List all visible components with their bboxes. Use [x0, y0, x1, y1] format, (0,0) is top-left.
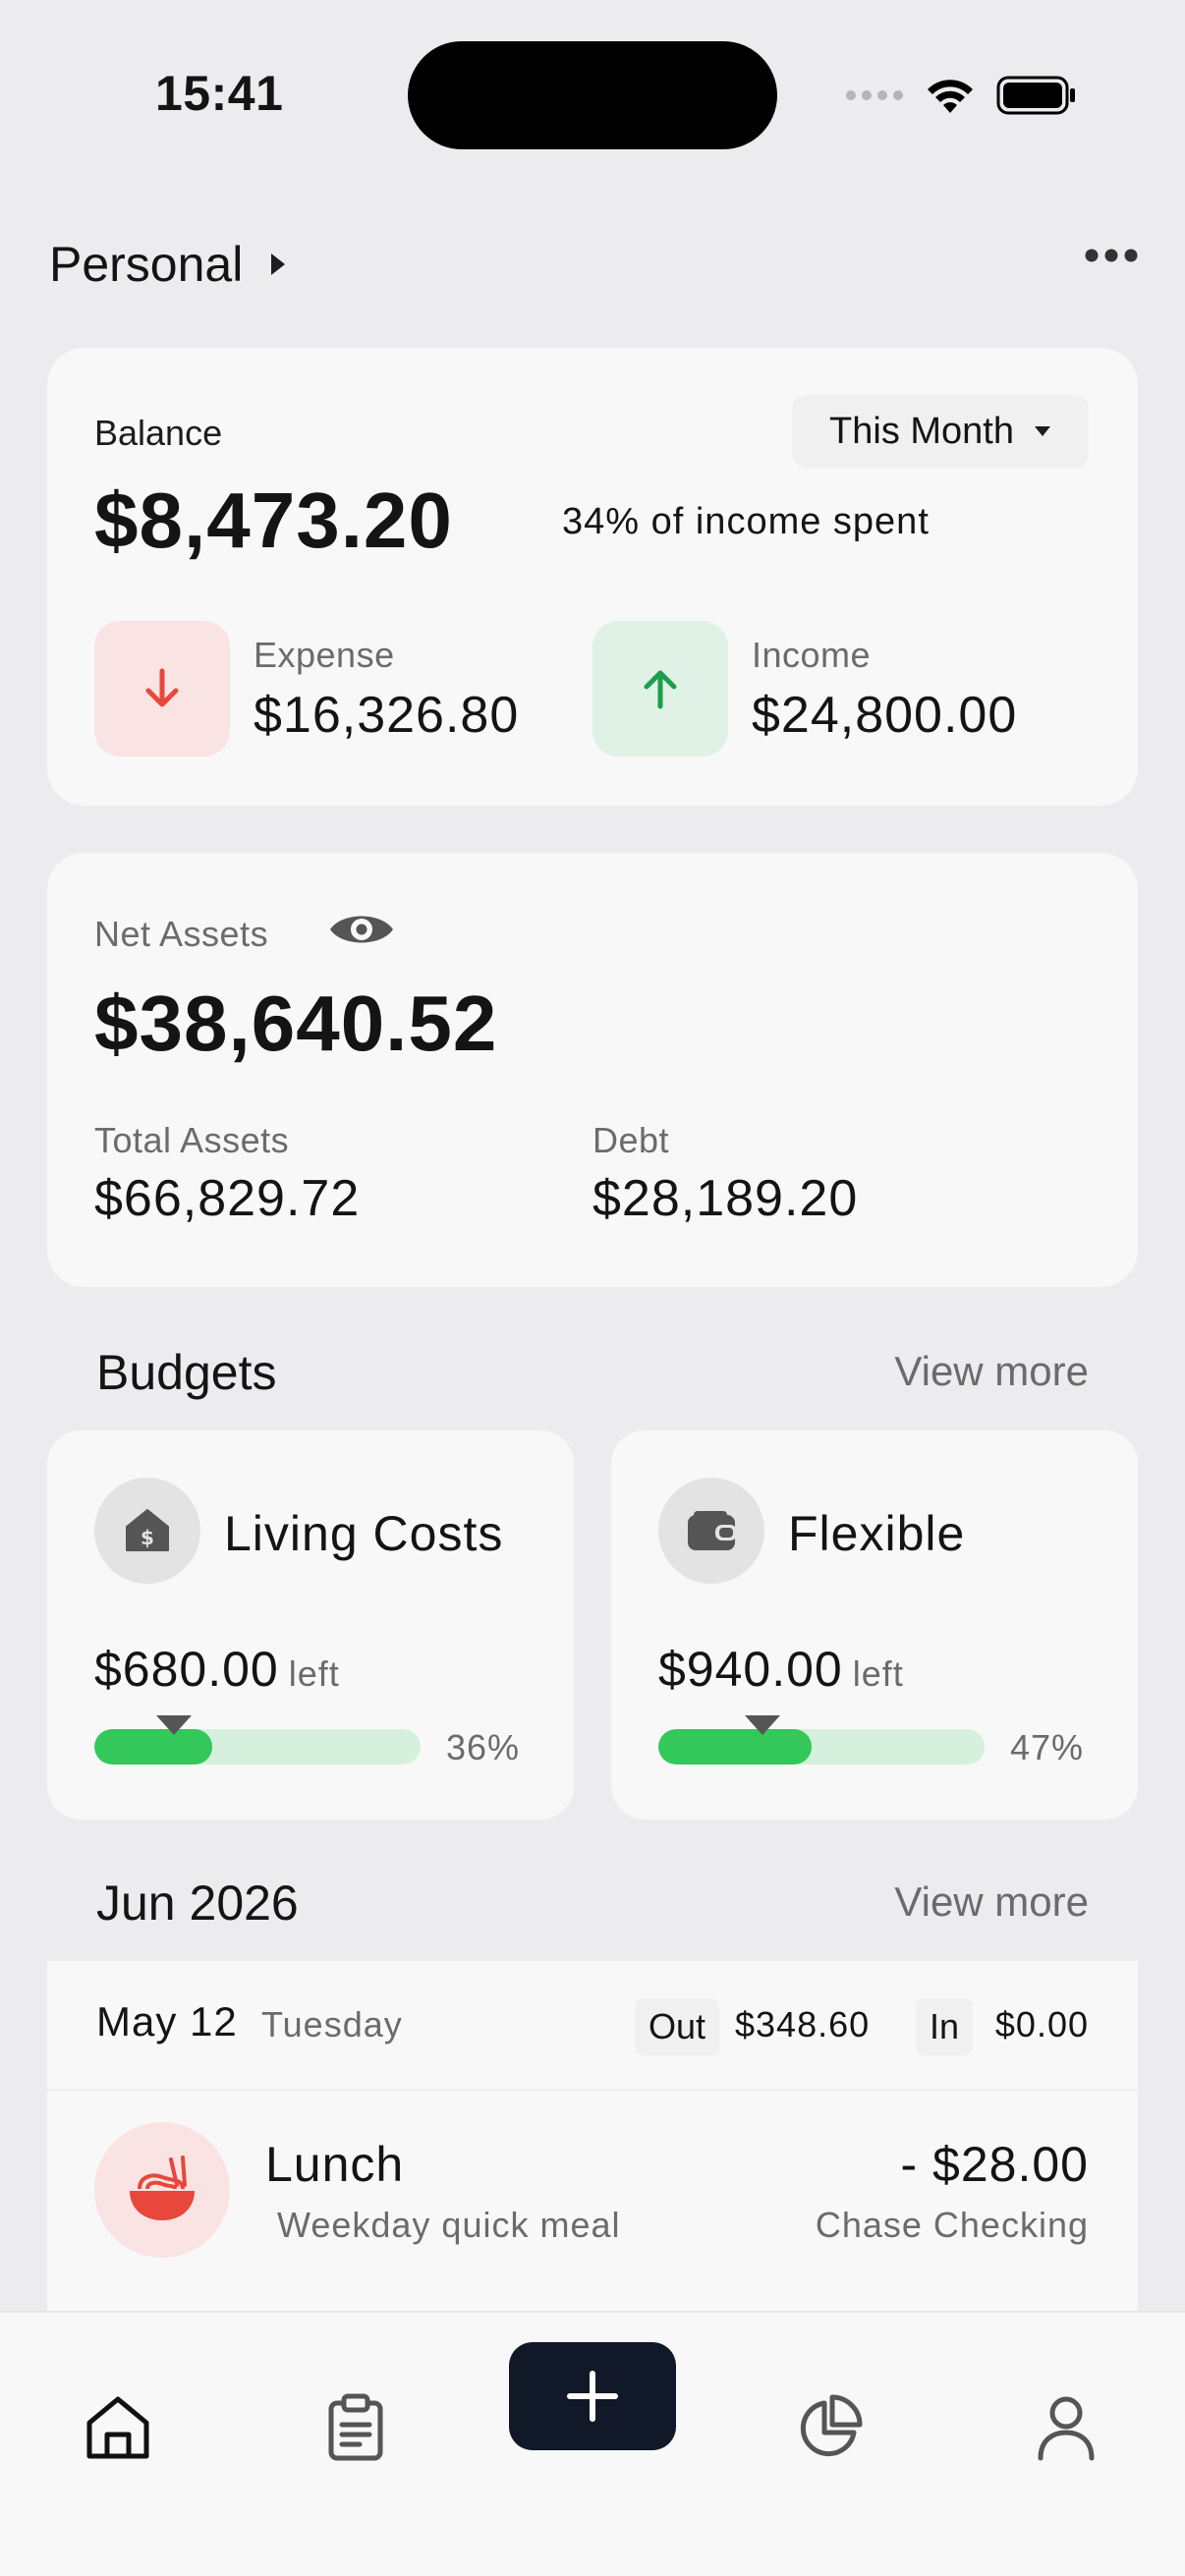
period-label: This Month: [829, 410, 1014, 452]
arrow-down-icon: [145, 668, 179, 707]
dynamic-island: [408, 41, 777, 149]
day-in-amount: $0.00: [994, 2004, 1089, 2044]
total-assets-amount: $66,829.72: [94, 1170, 361, 1227]
caret-down-icon: [1035, 426, 1050, 436]
home-icon: [86, 2396, 149, 2459]
budget-card-flexible[interactable]: Flexible $940.00 left 47%: [611, 1430, 1138, 1820]
tab-statistics[interactable]: [765, 2364, 893, 2492]
income-tile: [592, 621, 728, 756]
tab-home[interactable]: [54, 2364, 182, 2492]
visibility-toggle[interactable]: [328, 908, 395, 956]
net-assets-card: Net Assets $38,640.52 Total Assets $66,8…: [47, 853, 1138, 1287]
budget-name: Flexible: [788, 1506, 966, 1561]
house-dollar-icon: $: [126, 1509, 169, 1551]
eye-icon: [330, 916, 393, 943]
transactions-view-more-link[interactable]: View more: [894, 1878, 1089, 1926]
budget-time-marker: [745, 1715, 781, 1735]
status-icons: [845, 71, 1077, 120]
tab-bar: [0, 2311, 1185, 2576]
transaction-row[interactable]: Lunch Weekday quick meal - $28.00 Chase …: [47, 2093, 1138, 2299]
plus-icon: [567, 2371, 618, 2422]
budget-percent: 36%: [446, 1727, 521, 1767]
transaction-account: Chase Checking: [815, 2205, 1089, 2245]
balance-label: Balance: [94, 413, 223, 453]
budget-remaining: $680.00 left: [94, 1641, 340, 1698]
day-weekday: Tuesday: [261, 2004, 403, 2044]
budget-icon: $: [94, 1478, 200, 1584]
income-label: Income: [752, 635, 872, 675]
budget-progress-track: [658, 1729, 985, 1764]
day-out-amount: $348.60: [735, 2004, 871, 2044]
arrow-up-icon: [644, 670, 677, 709]
day-header: May 12 Tuesday Out $348.60 In $0.00: [47, 1961, 1138, 2091]
wallet-icon: [688, 1511, 737, 1550]
budget-left-amount: $940.00: [658, 1642, 843, 1697]
budget-left-word: left: [852, 1653, 904, 1694]
person-icon: [1038, 2396, 1095, 2461]
balance-amount: $8,473.20: [94, 476, 453, 564]
expense-label: Expense: [254, 635, 395, 675]
debt-label: Debt: [592, 1120, 670, 1160]
budget-time-marker: [156, 1715, 193, 1735]
noodle-bowl-icon: [130, 2156, 195, 2220]
wifi-icon: [928, 80, 973, 113]
budget-progress-track: [94, 1729, 421, 1764]
budget-card-living-costs[interactable]: $ Living Costs $680.00 left 36%: [47, 1430, 574, 1820]
day-date: May 12: [96, 1998, 238, 2044]
income-amount: $24,800.00: [752, 687, 1018, 744]
total-assets-label: Total Assets: [94, 1120, 290, 1160]
status-time: 15:41: [155, 66, 284, 121]
budget-left-word: left: [288, 1653, 340, 1694]
svg-text:$: $: [141, 1526, 154, 1549]
net-assets-amount: $38,640.52: [94, 980, 498, 1067]
ellipsis-icon: [1085, 249, 1138, 262]
budget-progress-fill: [658, 1729, 813, 1764]
budgets-title: Budgets: [96, 1345, 277, 1400]
budget-name: Living Costs: [224, 1506, 504, 1561]
out-chip: Out: [635, 1998, 720, 2055]
budgets-view-more-link[interactable]: View more: [894, 1348, 1089, 1395]
ledger-name: Personal: [49, 237, 244, 292]
signal-icon: [846, 90, 903, 100]
month-title: Jun 2026: [96, 1876, 299, 1931]
budget-icon: [658, 1478, 764, 1584]
expense-amount: $16,326.80: [254, 687, 520, 744]
spent-note: 34% of income spent: [562, 501, 930, 542]
period-selector[interactable]: This Month: [792, 395, 1089, 468]
more-options-button[interactable]: [1085, 246, 1138, 270]
transaction-category-icon: [94, 2122, 230, 2258]
transaction-note: Weekday quick meal: [277, 2205, 621, 2245]
clipboard-icon: [328, 2393, 383, 2461]
add-transaction-button[interactable]: [509, 2342, 676, 2450]
ledger-switcher[interactable]: Personal: [49, 236, 288, 293]
budget-percent: 47%: [1010, 1727, 1085, 1767]
caret-right-icon: [271, 253, 286, 275]
tab-profile[interactable]: [1002, 2364, 1130, 2492]
in-chip: In: [916, 1998, 974, 2055]
debt-amount: $28,189.20: [592, 1170, 859, 1227]
battery-icon: [996, 76, 1075, 115]
balance-card: Balance This Month $8,473.20 34% of inco…: [47, 348, 1138, 806]
budget-progress-fill: [94, 1729, 212, 1764]
net-assets-label: Net Assets: [94, 914, 269, 954]
transaction-amount: - $28.00: [900, 2137, 1089, 2192]
transaction-title: Lunch: [265, 2137, 405, 2192]
tab-records[interactable]: [292, 2364, 420, 2492]
expense-tile: [94, 621, 230, 756]
pie-chart-icon: [800, 2394, 863, 2457]
budget-left-amount: $680.00: [94, 1642, 279, 1697]
budget-remaining: $940.00 left: [658, 1641, 904, 1698]
